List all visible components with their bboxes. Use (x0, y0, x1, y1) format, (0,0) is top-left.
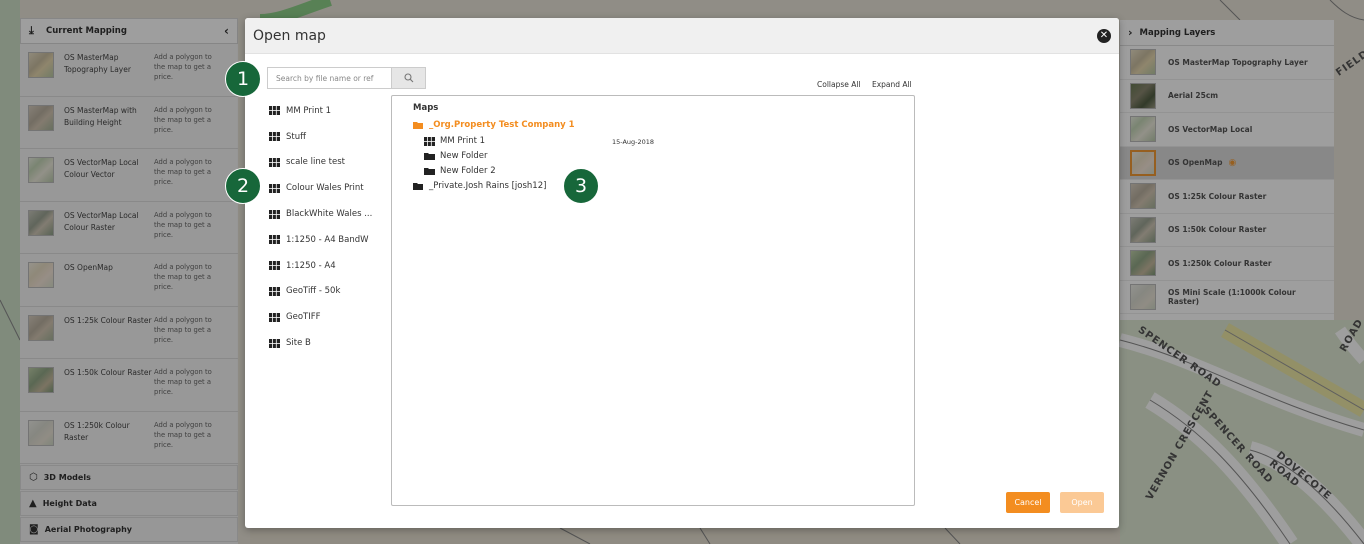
tree-root-label: Maps (413, 103, 439, 113)
recent-map-label: GeoTiff - 50k (286, 286, 341, 297)
dialog-title: Open map (253, 27, 326, 44)
cancel-button[interactable]: Cancel (1006, 492, 1050, 513)
search-button[interactable] (391, 67, 426, 89)
recent-map-item[interactable]: GeoTIFF (269, 304, 389, 330)
map-icon (269, 286, 280, 296)
map-icon (269, 209, 280, 219)
recent-map-label: MM Print 1 (286, 105, 332, 116)
recent-map-label: Site B (286, 338, 311, 349)
callout-badge: 2 (225, 168, 261, 204)
recent-map-item[interactable]: Stuff (269, 124, 389, 150)
recent-map-label: 1:1250 - A4 (286, 260, 336, 271)
map-icon (269, 338, 280, 348)
expand-all-link[interactable]: Expand All (872, 80, 912, 89)
map-icon (269, 261, 280, 271)
recent-map-item[interactable]: Colour Wales Print (269, 175, 389, 201)
recent-map-item[interactable]: scale line test (269, 150, 389, 176)
tree-map-date: 15-Aug-2018 (612, 138, 655, 146)
search-bar (267, 67, 426, 89)
recent-map-label: GeoTIFF (286, 312, 321, 323)
map-icon (269, 235, 280, 245)
recent-map-item[interactable]: MM Print 1 (269, 98, 389, 124)
tree-map-item-label: MM Print 1 (440, 136, 486, 146)
tree-folder[interactable]: New Folder (424, 149, 488, 163)
tree-folder-label: New Folder (440, 151, 488, 161)
callout-badge: 1 (225, 61, 261, 97)
recent-map-label: Stuff (286, 131, 306, 142)
recent-map-item[interactable]: Site B (269, 330, 389, 356)
recent-maps-list: MM Print 1 Stuff scale line test Colour Wal… (269, 98, 389, 356)
tree-private-folder-label: _Private.Josh Rains [josh12] (429, 181, 547, 191)
map-icon (269, 312, 280, 322)
open-map-dialog: Open map ✕ MM Print 1 Stuff scale line tes… (245, 18, 1119, 528)
folder-tree: Maps _Org.Property Test Company 1 MM Pri… (391, 95, 915, 506)
open-button[interactable]: Open (1060, 492, 1104, 513)
tree-map-item[interactable]: MM Print 1 (424, 134, 485, 148)
tree-folder[interactable]: New Folder 2 (424, 164, 496, 178)
recent-map-label: Colour Wales Print (286, 183, 364, 194)
search-icon (403, 73, 413, 83)
folder-icon (424, 167, 435, 175)
tree-org-folder-label: _Org.Property Test Company 1 (429, 120, 575, 130)
map-icon (269, 183, 280, 193)
recent-map-item[interactable]: 1:1250 - A4 BandW (269, 227, 389, 253)
map-icon (269, 106, 280, 116)
tree-folder-label: New Folder 2 (440, 166, 496, 176)
tree-private-folder[interactable]: _Private.Josh Rains [josh12] (413, 179, 546, 193)
tree-controls: Collapse All Expand All (817, 80, 921, 89)
close-icon[interactable]: ✕ (1097, 28, 1111, 43)
recent-map-item[interactable]: GeoTiff - 50k (269, 279, 389, 305)
map-icon (269, 157, 280, 167)
dialog-header: Open map ✕ (245, 18, 1119, 54)
recent-map-item[interactable]: 1:1250 - A4 (269, 253, 389, 279)
recent-map-label: scale line test (286, 157, 345, 168)
folder-icon (424, 152, 435, 160)
collapse-all-link[interactable]: Collapse All (817, 80, 861, 89)
search-input[interactable] (267, 67, 391, 89)
tree-org-folder[interactable]: _Org.Property Test Company 1 (413, 118, 575, 132)
recent-map-label: 1:1250 - A4 BandW (286, 234, 369, 245)
callout-badge: 3 (563, 168, 599, 204)
map-icon (269, 132, 280, 142)
folder-open-icon (413, 121, 423, 129)
recent-map-label: BlackWhite Wales ... (286, 209, 373, 220)
map-icon (424, 136, 435, 146)
folder-open-icon (413, 182, 423, 190)
recent-map-item[interactable]: BlackWhite Wales ... (269, 201, 389, 227)
